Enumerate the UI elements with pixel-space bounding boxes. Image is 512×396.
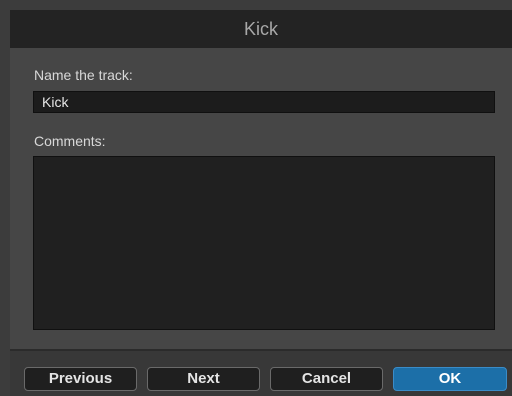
dialog-title-bar: Kick — [10, 10, 512, 48]
dialog-body: Name the track: Comments: — [10, 48, 512, 349]
previous-button[interactable]: Previous — [24, 367, 137, 391]
cancel-button[interactable]: Cancel — [270, 367, 383, 391]
name-track-label: Name the track: — [34, 67, 133, 83]
ok-button[interactable]: OK — [393, 367, 507, 391]
track-name-input[interactable] — [33, 91, 495, 113]
track-name-dialog: Kick Name the track: Comments: Previous … — [0, 0, 512, 396]
dialog-footer: Previous Next Cancel OK — [10, 351, 512, 396]
comments-label: Comments: — [34, 133, 106, 149]
next-button[interactable]: Next — [147, 367, 260, 391]
comments-textarea[interactable] — [33, 156, 495, 330]
dialog-title: Kick — [243, 19, 278, 39]
